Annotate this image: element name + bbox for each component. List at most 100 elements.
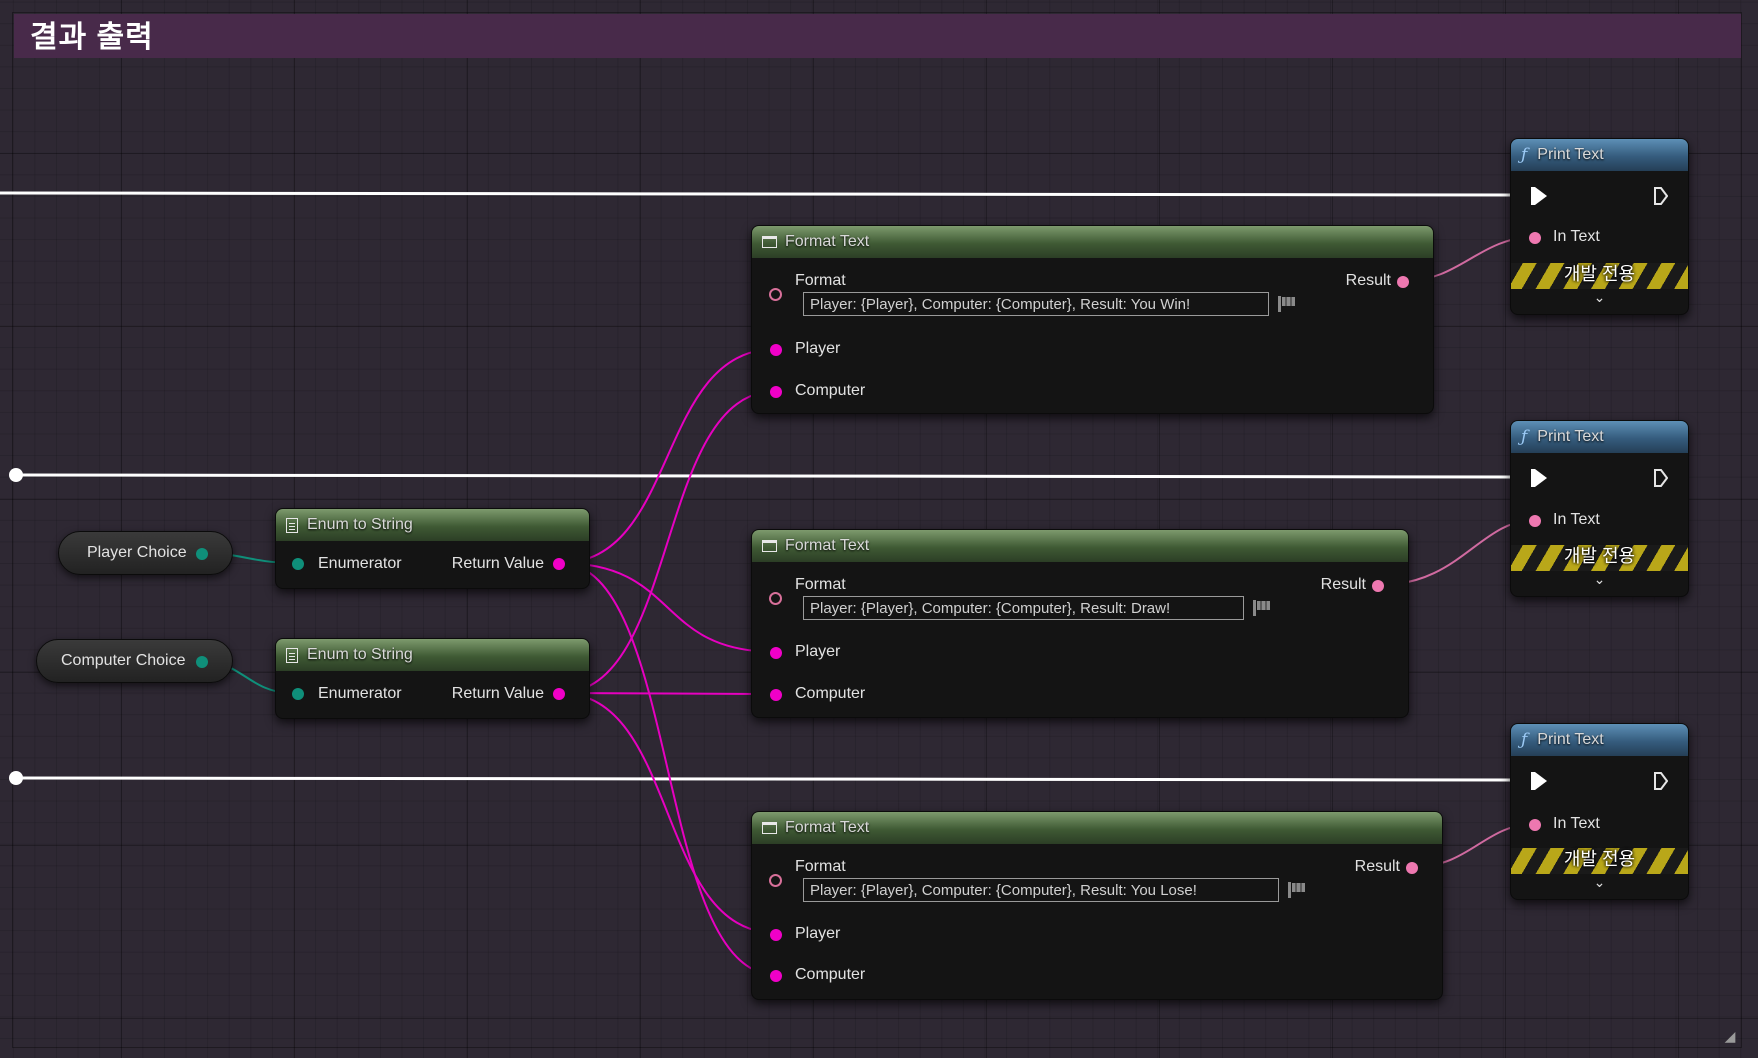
exec-output-pin[interactable] — [1654, 772, 1668, 790]
chevron-down-icon[interactable]: ⌄ — [1511, 571, 1688, 588]
enum-to-string-node[interactable]: Enum to String Enumerator Return Value — [275, 638, 590, 719]
print-text-node[interactable]: ƒ Print Text In Text 개발 전용 ⌄ — [1510, 420, 1689, 597]
player-input-pin[interactable] — [770, 929, 782, 941]
format-input-pin[interactable] — [769, 874, 782, 887]
variable-label: Computer Choice — [61, 652, 186, 669]
result-output-pin[interactable] — [1372, 580, 1384, 592]
result-output-pin[interactable] — [1397, 276, 1409, 288]
enum-output-pin[interactable] — [196, 656, 208, 668]
exec-reroute-knot[interactable] — [9, 468, 23, 482]
return-value-output-pin[interactable] — [553, 558, 565, 570]
function-f-icon: ƒ — [1521, 427, 1528, 447]
computer-input-pin[interactable] — [770, 970, 782, 982]
node-title: Format Text — [785, 537, 870, 554]
format-text-node-lose[interactable]: Format Text Format Player: {Player}, Com… — [751, 811, 1443, 1000]
format-text-field[interactable]: Player: {Player}, Computer: {Computer}, … — [803, 292, 1269, 316]
node-title: Print Text — [1537, 731, 1604, 748]
node-title: Enum to String — [307, 646, 413, 663]
exec-wire-2 — [15, 473, 1516, 479]
string-wire-c3 — [559, 692, 777, 934]
string-wire-c1 — [559, 390, 777, 694]
player-choice-variable-node[interactable]: Player Choice — [58, 531, 233, 575]
node-title: Format Text — [785, 233, 870, 250]
flag-icon[interactable] — [1253, 600, 1271, 616]
exec-input-pin[interactable] — [1531, 469, 1547, 487]
flag-icon[interactable] — [1278, 296, 1296, 312]
node-header: Enum to String — [276, 639, 589, 671]
result-label: Result — [1354, 858, 1400, 875]
node-header: Format Text — [752, 812, 1442, 844]
function-f-icon: ƒ — [1521, 730, 1528, 750]
exec-reroute-knot[interactable] — [9, 771, 23, 785]
player-pin-label: Player — [795, 925, 841, 942]
return-value-label: Return Value — [451, 685, 544, 702]
exec-input-pin[interactable] — [1531, 772, 1547, 790]
window-icon — [762, 236, 777, 248]
enumerator-label: Enumerator — [318, 555, 402, 572]
resize-grip-icon[interactable]: ◢ — [1722, 1028, 1738, 1044]
in-text-label: In Text — [1553, 815, 1600, 832]
window-icon — [762, 822, 777, 834]
exec-input-pin[interactable] — [1531, 187, 1547, 205]
window-icon — [762, 540, 777, 552]
player-input-pin[interactable] — [770, 647, 782, 659]
print-text-node[interactable]: ƒ Print Text In Text 개발 전용 ⌄ — [1510, 138, 1689, 315]
enum-to-string-node[interactable]: Enum to String Enumerator Return Value — [275, 508, 590, 589]
exec-output-pin[interactable] — [1654, 187, 1668, 205]
node-header: ƒ Print Text — [1511, 421, 1688, 453]
node-title: Print Text — [1537, 146, 1604, 163]
node-title: Print Text — [1537, 428, 1604, 445]
return-value-label: Return Value — [451, 555, 544, 572]
chevron-down-icon[interactable]: ⌄ — [1511, 874, 1688, 891]
format-label: Format — [795, 272, 846, 289]
in-text-label: In Text — [1553, 228, 1600, 245]
format-label: Format — [795, 576, 846, 593]
format-text-field[interactable]: Player: {Player}, Computer: {Computer}, … — [803, 878, 1279, 902]
string-wire-p3 — [559, 562, 777, 976]
computer-pin-label: Computer — [795, 685, 866, 702]
computer-input-pin[interactable] — [770, 386, 782, 398]
format-text-field[interactable]: Player: {Player}, Computer: {Computer}, … — [803, 596, 1244, 620]
document-icon — [286, 517, 298, 533]
development-only-label: 개발 전용 — [1563, 546, 1636, 566]
result-label: Result — [1320, 576, 1366, 593]
exec-output-pin[interactable] — [1654, 469, 1668, 487]
string-wire-p1 — [559, 348, 777, 564]
node-header: Format Text — [752, 530, 1408, 562]
enumerator-input-pin[interactable] — [292, 688, 304, 700]
format-text-node-win[interactable]: Format Text Format Player: {Player}, Com… — [751, 225, 1434, 414]
result-output-pin[interactable] — [1406, 862, 1418, 874]
chevron-down-icon[interactable]: ⌄ — [1511, 289, 1688, 306]
node-header: Format Text — [752, 226, 1433, 258]
blueprint-graph-canvas[interactable]: 결과 출력 Player Choice Computer Choice Enum… — [0, 0, 1758, 1058]
development-only-label: 개발 전용 — [1563, 849, 1636, 869]
variable-label: Player Choice — [87, 544, 187, 561]
format-label: Format — [795, 858, 846, 875]
function-f-icon: ƒ — [1521, 145, 1528, 165]
node-title: Enum to String — [307, 516, 413, 533]
return-value-output-pin[interactable] — [553, 688, 565, 700]
flag-icon[interactable] — [1288, 882, 1306, 898]
format-input-pin[interactable] — [769, 592, 782, 605]
in-text-label: In Text — [1553, 511, 1600, 528]
format-text-node-draw[interactable]: Format Text Format Player: {Player}, Com… — [751, 529, 1409, 718]
in-text-input-pin[interactable] — [1529, 232, 1541, 244]
computer-pin-label: Computer — [795, 966, 866, 983]
node-header: ƒ Print Text — [1511, 139, 1688, 171]
computer-input-pin[interactable] — [770, 689, 782, 701]
print-text-node[interactable]: ƒ Print Text In Text 개발 전용 ⌄ — [1510, 723, 1689, 900]
document-icon — [286, 647, 298, 663]
enumerator-input-pin[interactable] — [292, 558, 304, 570]
node-header: Enum to String — [276, 509, 589, 541]
string-wire-c2 — [559, 692, 777, 695]
player-input-pin[interactable] — [770, 344, 782, 356]
in-text-input-pin[interactable] — [1529, 515, 1541, 527]
format-input-pin[interactable] — [769, 288, 782, 301]
result-label: Result — [1345, 272, 1391, 289]
in-text-input-pin[interactable] — [1529, 819, 1541, 831]
computer-choice-variable-node[interactable]: Computer Choice — [36, 639, 233, 683]
enum-output-pin[interactable] — [196, 548, 208, 560]
node-header: ƒ Print Text — [1511, 724, 1688, 756]
node-title: Format Text — [785, 819, 870, 836]
enumerator-label: Enumerator — [318, 685, 402, 702]
